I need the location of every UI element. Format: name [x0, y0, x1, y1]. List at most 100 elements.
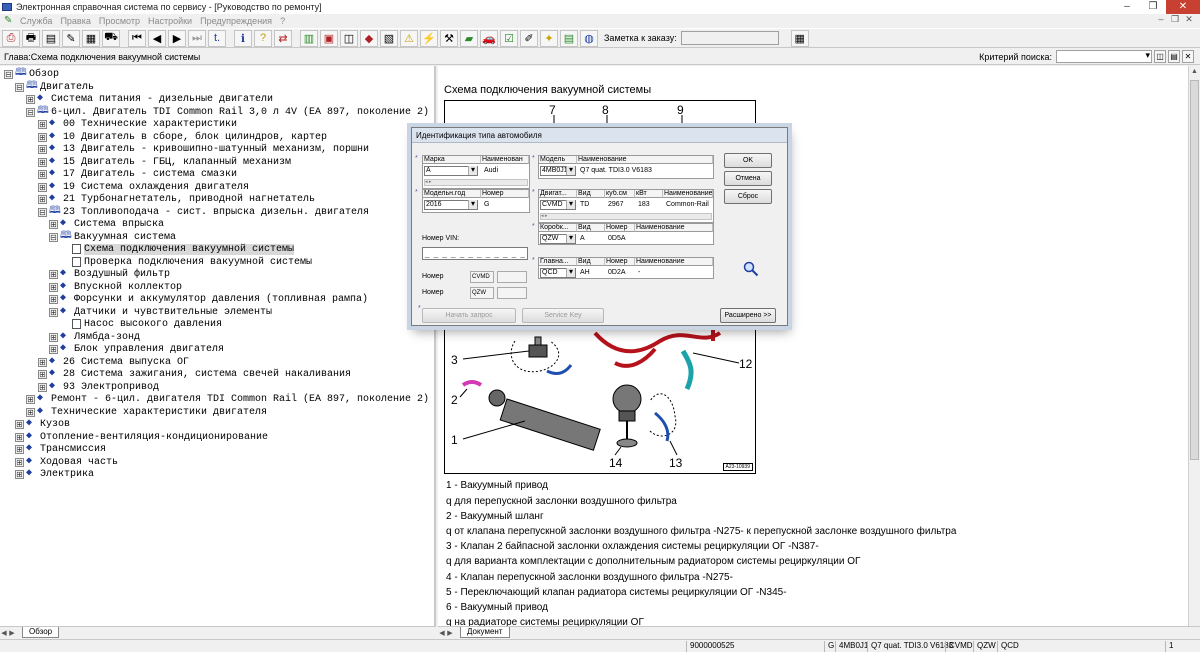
exchange-icon[interactable]: ⇄: [274, 29, 292, 47]
pen-icon[interactable]: ✐: [520, 29, 538, 47]
tab-overview[interactable]: Обзор: [22, 627, 60, 638]
tree-node[interactable]: ⊞ ◆ Кузов: [15, 418, 70, 430]
first-page-icon[interactable]: ⏮: [128, 29, 146, 47]
order-note-field[interactable]: [680, 31, 779, 45]
tool-icon[interactable]: ⚒: [440, 29, 458, 47]
brand-select[interactable]: A: [424, 166, 478, 176]
notes-icon[interactable]: ▦: [82, 29, 100, 47]
body-icon[interactable]: ▰: [460, 29, 478, 47]
print-icon[interactable]: 🖶: [22, 29, 40, 47]
globe-icon[interactable]: ◍: [580, 29, 598, 47]
info-icon[interactable]: ℹ: [234, 29, 252, 47]
tree-node[interactable]: Проверка подключения вакуумной системы: [61, 256, 312, 268]
vehicle-icon[interactable]: ⛟: [102, 29, 120, 47]
search-options-icon[interactable]: ▤: [1168, 50, 1180, 63]
service-key-button[interactable]: Service Key: [522, 308, 604, 323]
catalog-icon[interactable]: ▣: [320, 29, 338, 47]
engine-number-field[interactable]: [497, 271, 527, 283]
cancel-button[interactable]: Отмена: [724, 171, 772, 186]
tree-node[interactable]: ⊞ ◆ Ремонт - 6-цил. двигателя TDI Common R…: [26, 393, 429, 405]
tree-node[interactable]: ⊞ ◆ Электрика: [15, 468, 94, 480]
doc-restore-button[interactable]: ❐: [1168, 14, 1182, 25]
tab-prev-icon[interactable]: ◀: [438, 629, 446, 637]
vin-input[interactable]: _ _ _ _ _ _ _ _ _ _ _ _: [422, 247, 528, 260]
tree-node[interactable]: ⊞ ◆ Ходовая часть: [15, 456, 118, 468]
tree-node[interactable]: ⊞ ◆ Трансмиссия: [15, 443, 106, 455]
menu-settings[interactable]: Настройки: [148, 16, 192, 26]
tree-node[interactable]: ⊞ ◆ Система питания - дизельные двигатели: [26, 93, 273, 105]
scroll-up-icon[interactable]: ▲: [1189, 66, 1200, 78]
menu-edit[interactable]: Правка: [60, 16, 90, 26]
tree-node[interactable]: ⊞ ◆ Лямбда-зонд: [49, 331, 140, 343]
tab-next-icon[interactable]: ▶: [8, 629, 16, 637]
tree-node[interactable]: ⊞ ◆ 26 Система выпуска ОГ: [38, 356, 189, 368]
brand-grid-scrollbar[interactable]: ◂ ▸: [424, 179, 528, 186]
warning-icon[interactable]: ⚠: [400, 29, 418, 47]
close-button[interactable]: ✕: [1166, 0, 1200, 14]
reset-button[interactable]: Сброс: [724, 189, 772, 204]
tree-node[interactable]: Насос высокого давления: [61, 318, 222, 330]
tree-node[interactable]: ⊟ 🕮 Обзор: [4, 68, 59, 80]
scrollbar-thumb[interactable]: [1190, 80, 1199, 460]
notepad-icon[interactable]: ▤: [560, 29, 578, 47]
tree-node[interactable]: ⊞ ◆ Впускной коллектор: [49, 281, 182, 293]
back-icon[interactable]: t.: [208, 29, 226, 47]
prev-page-icon[interactable]: ◀: [148, 29, 166, 47]
tree-node[interactable]: ⊞ ◆ 93 Электропривод: [38, 381, 159, 393]
document-icon[interactable]: ▤: [42, 29, 60, 47]
tab-document[interactable]: Документ: [460, 627, 510, 638]
tree-node[interactable]: ⊟ 🕮 23 Топливоподача - сист. впрыска дизел…: [38, 206, 369, 218]
tree-node[interactable]: ⊞ ◆ Форсунки и аккумулятор давления (топли…: [49, 293, 368, 305]
checklist-icon[interactable]: ☑: [500, 29, 518, 47]
tree-node[interactable]: ⊞ ◆ Система впрыска: [49, 218, 164, 230]
tree-node[interactable]: ⊞ ◆ Воздушный фильтр: [49, 268, 170, 280]
tree-node[interactable]: ⊞ ◆ 19 Система охлаждения двигателя: [38, 181, 249, 193]
last-page-icon[interactable]: ⏭: [188, 29, 206, 47]
engine-grid-scrollbar[interactable]: ◂ ▸: [540, 213, 712, 220]
tree-node[interactable]: ⊞ ◆ 15 Двигатель - ГБЦ, клапанный механизм: [38, 156, 291, 168]
gearbox-select[interactable]: QZW: [540, 234, 576, 244]
main-gear-select[interactable]: QCD: [540, 268, 576, 278]
wiring-icon[interactable]: ⚡: [420, 29, 438, 47]
tree-node-selected[interactable]: Схема подключения вакуумной системы: [61, 243, 295, 255]
tab-next-icon[interactable]: ▶: [446, 629, 454, 637]
start-query-button[interactable]: Начать запрос: [422, 308, 516, 323]
tree-node[interactable]: ⊟ 🕮 Вакуумная система: [49, 231, 176, 243]
tree-node[interactable]: ⊞ ◆ 17 Двигатель - система смазки: [38, 168, 237, 180]
parts-icon[interactable]: ◫: [340, 29, 358, 47]
tree-node[interactable]: ⊞ ◆ Датчики и чувствительные элементы: [49, 306, 272, 318]
search-magnifier-icon[interactable]: [743, 261, 759, 277]
tree-node[interactable]: ⊞ ◆ 21 Турбонагнетатель, приводной нагнета…: [38, 193, 315, 205]
workshop-icon[interactable]: ▧: [380, 29, 398, 47]
menu-service[interactable]: Служба: [20, 16, 52, 26]
model-year-select[interactable]: 2016: [424, 200, 478, 210]
tree-node[interactable]: ⊞ ◆ Отопление-вентиляция-кондиционирование: [15, 431, 268, 443]
help-icon[interactable]: ?: [254, 29, 272, 47]
tree-node[interactable]: ⊞ ◆ 28 Система зажигания, система свечей н…: [38, 368, 351, 380]
hint-icon[interactable]: ✦: [540, 29, 558, 47]
extended-button[interactable]: Расширено >>: [720, 308, 776, 323]
menu-warnings[interactable]: Предупреждения: [200, 16, 272, 26]
menu-help[interactable]: ?: [280, 16, 285, 26]
document-scrollbar[interactable]: ▲: [1188, 66, 1200, 626]
tree-node[interactable]: ⊟ 🕮 Двигатель: [15, 81, 94, 93]
tree-node[interactable]: ⊞ ◆ Технические характеристики двигателя: [26, 406, 267, 418]
doc-minimize-button[interactable]: –: [1154, 14, 1168, 25]
edit-note-icon[interactable]: ✎: [62, 29, 80, 47]
maximize-button[interactable]: ❐: [1140, 0, 1166, 14]
tree-node[interactable]: ⊞ ◆ 00 Технические характеристики: [38, 118, 237, 130]
calendar-icon[interactable]: ▦: [790, 29, 809, 47]
menu-view[interactable]: Просмотр: [99, 16, 140, 26]
minimize-button[interactable]: –: [1114, 0, 1140, 14]
search-criteria-select[interactable]: [1056, 50, 1152, 63]
book-icon[interactable]: ▥: [300, 29, 318, 47]
engine-select[interactable]: CVMD: [540, 200, 576, 210]
search-close-icon[interactable]: ✕: [1182, 50, 1194, 63]
print-preview-icon[interactable]: ⎙: [2, 29, 20, 47]
tree-node[interactable]: ⊞ ◆ 10 Двигатель в сборе, блок цилиндров, …: [38, 131, 327, 143]
car-icon[interactable]: 🚗: [480, 29, 498, 47]
doc-close-button[interactable]: ✕: [1182, 14, 1196, 25]
gearbox-number-field[interactable]: [497, 287, 527, 299]
tab-prev-icon[interactable]: ◀: [0, 629, 8, 637]
ok-button[interactable]: OK: [724, 153, 772, 168]
